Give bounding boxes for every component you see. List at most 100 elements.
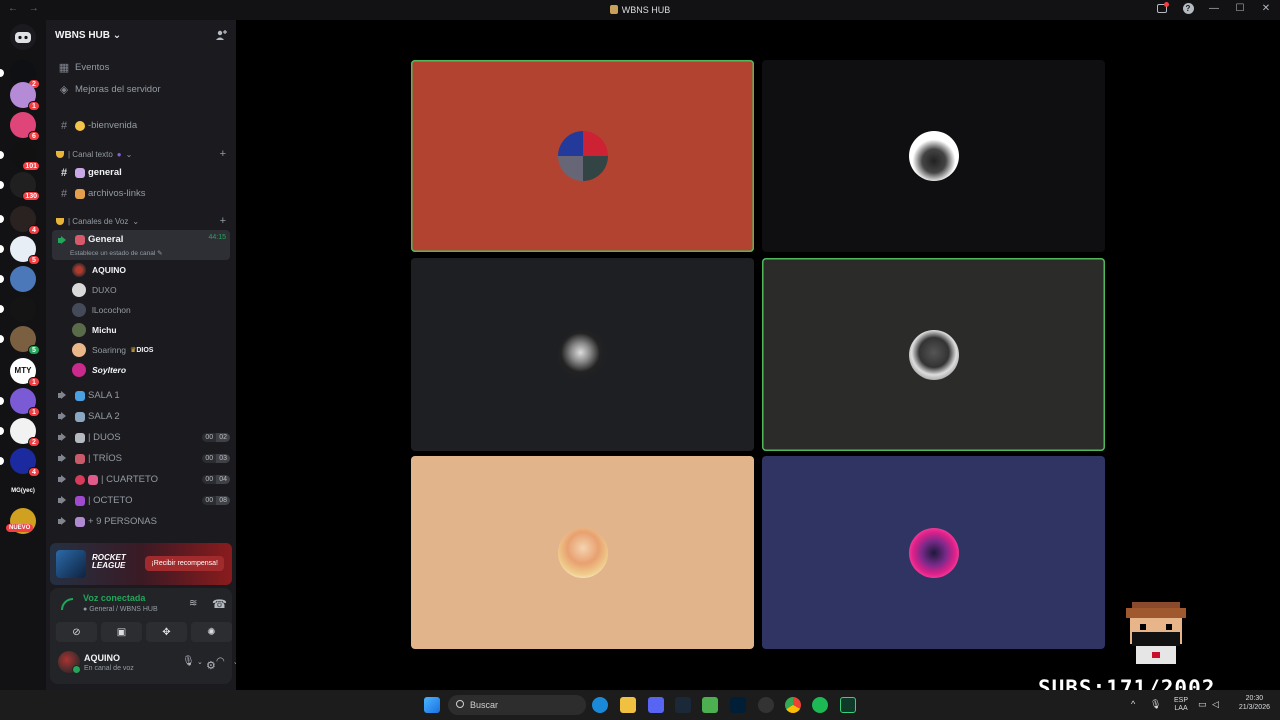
help-icon[interactable]: ?	[1182, 2, 1194, 14]
tray-overflow-icon[interactable]: ^	[1131, 699, 1135, 709]
signal-icon[interactable]	[61, 598, 73, 610]
events-item[interactable]: ▦ Eventos	[52, 58, 230, 77]
speaker-icon	[58, 391, 69, 400]
voice-timer: 44:15	[208, 234, 226, 241]
emoji-icon	[75, 495, 85, 506]
server-icon-8[interactable]	[0, 266, 36, 292]
settings-gear-icon[interactable]: ⚙	[206, 659, 216, 672]
voice-channel-general[interactable]: General 44:15 Establece un estado de can…	[52, 230, 230, 260]
taskbar-search[interactable]: Buscar	[448, 695, 586, 715]
chevron-down-icon[interactable]: ⌄	[197, 658, 203, 666]
app-icon[interactable]	[758, 697, 774, 713]
voice-member[interactable]: Soarinng ♛DIOS	[72, 341, 153, 359]
minecraft-icon[interactable]	[702, 697, 718, 713]
server-icon-13[interactable]: 2	[0, 418, 40, 447]
network-icon[interactable]: ▭	[1198, 699, 1207, 710]
voice-connected-label[interactable]: Voz conectada	[83, 593, 145, 603]
voice-member[interactable]: Soyltero	[72, 361, 126, 379]
voice-member[interactable]: DUXO	[72, 281, 117, 299]
server-icon-mg[interactable]: MG(yec)	[10, 478, 36, 504]
microphone-icon[interactable]: 🎙︎	[182, 656, 195, 667]
avatar	[72, 343, 86, 357]
server-icon-mty[interactable]: MTY 1	[10, 358, 40, 387]
server-icon-5[interactable]: 130	[0, 172, 40, 201]
close-button[interactable]: ✕	[1260, 2, 1272, 14]
participant-tile[interactable]	[762, 456, 1105, 649]
voice-channel-trios[interactable]: | TRÍOS 00 03	[52, 449, 230, 468]
chrome-icon[interactable]	[785, 697, 801, 713]
channel-archivos[interactable]: # archivos-links	[52, 184, 230, 203]
add-channel-icon[interactable]: +	[220, 215, 226, 227]
discord-taskbar-icon[interactable]	[648, 697, 664, 713]
category-voice[interactable]: | Canales de Voz ⌄ +	[56, 214, 226, 228]
inbox-icon[interactable]	[1156, 1, 1169, 14]
clock[interactable]: 20:30 21/3/2026	[1239, 694, 1270, 712]
server-icon-9[interactable]	[0, 296, 36, 322]
promo-banner[interactable]: ROCKET LEAGUE ¡Recibir recompensa!	[50, 543, 232, 585]
channel-general[interactable]: # general	[52, 163, 230, 182]
tray-mic-icon[interactable]: 🎙︎	[1150, 699, 1161, 710]
minimize-button[interactable]: —	[1208, 2, 1220, 14]
participant-avatar	[557, 131, 608, 181]
voice-channel-9-personas[interactable]: + 9 PERSONAS	[52, 512, 230, 531]
participant-tile[interactable]	[411, 258, 754, 451]
photoshop-icon[interactable]	[730, 697, 746, 713]
server-icon-12[interactable]: 1	[0, 388, 40, 417]
server-icon-14[interactable]: 4	[0, 448, 40, 477]
claim-reward-button[interactable]: ¡Recibir recompensa!	[145, 556, 224, 571]
soundboard-button[interactable]: ✺	[191, 622, 232, 642]
windows-start-icon[interactable]	[424, 697, 440, 713]
screen-share-button[interactable]: ▣	[101, 622, 142, 642]
user-name[interactable]: AQUINO	[84, 653, 120, 663]
server-icon-4[interactable]: 101	[0, 142, 40, 171]
maximize-button[interactable]: ☐	[1234, 2, 1246, 14]
voice-member[interactable]: Michu	[72, 321, 117, 339]
server-header[interactable]: WBNS HUB ⌄	[46, 20, 236, 50]
participant-tile[interactable]	[762, 60, 1105, 252]
voice-channel-duos[interactable]: | DUOS 00 02	[52, 428, 230, 447]
server-icon-3[interactable]: 6	[10, 112, 40, 141]
voice-member[interactable]: AQUINO	[72, 261, 126, 279]
channel-bienvenida[interactable]: # -bienvenida	[52, 116, 230, 135]
server-icon-10[interactable]: 5	[0, 326, 40, 355]
voice-location[interactable]: ● General / WBNS HUB	[83, 606, 158, 613]
server-icon-2[interactable]: 1	[10, 82, 40, 111]
emoji-icon	[75, 235, 85, 245]
spotify-icon[interactable]	[812, 697, 828, 713]
participant-tile[interactable]	[411, 60, 754, 252]
server-icon-7[interactable]: 5	[0, 236, 40, 265]
os-taskbar: Buscar ^ 🎙︎ ESP LAA ▭ ◁ 20:30 21/3/2026	[0, 690, 1280, 720]
participant-tile[interactable]	[411, 456, 754, 649]
add-channel-icon[interactable]: +	[220, 148, 226, 160]
voice-connection-panel: Voz conectada ● General / WBNS HUB ≋ ☎ ⊘…	[50, 588, 239, 684]
terminal-icon[interactable]	[840, 697, 856, 713]
channel-status-prompt[interactable]: Establece un estado de canal ✎	[70, 249, 163, 257]
voice-channel-sala1[interactable]: SALA 1	[52, 386, 230, 405]
steam-icon[interactable]	[675, 697, 691, 713]
voice-channel-cuarteto[interactable]: | CUARTETO 00 04	[52, 470, 230, 489]
server-icon-6[interactable]: 4	[0, 206, 40, 235]
home-button[interactable]	[10, 24, 36, 50]
camera-off-button[interactable]: ⊘	[56, 622, 97, 642]
pencil-icon: ✎	[157, 250, 163, 257]
voice-channel-sala2[interactable]: SALA 2	[52, 407, 230, 426]
voice-channel-octeto[interactable]: | OCTETO 00 08	[52, 491, 230, 510]
disconnect-icon[interactable]: ☎	[212, 597, 227, 611]
edge-icon[interactable]	[592, 697, 608, 713]
category-text[interactable]: | Canal texto ● ⌄ +	[56, 147, 226, 161]
window-titlebar: ← → WBNS HUB ? — ☐ ✕	[0, 0, 1280, 20]
hash-icon: #	[60, 166, 68, 179]
channel-label: -bienvenida	[88, 120, 138, 131]
noise-suppression-icon[interactable]: ≋	[189, 598, 197, 609]
activities-button[interactable]: ✥	[146, 622, 187, 642]
add-member-icon[interactable]	[215, 29, 227, 41]
language-indicator[interactable]: ESP LAA	[1174, 697, 1188, 713]
file-explorer-icon[interactable]	[620, 697, 636, 713]
boosts-item[interactable]: ◈ Mejoras del servidor	[52, 80, 230, 99]
participant-tile[interactable]	[762, 258, 1105, 451]
voice-member[interactable]: lLocochon	[72, 301, 131, 319]
headphones-icon[interactable]: ◠	[216, 656, 225, 667]
emoji-icon	[75, 453, 85, 464]
volume-icon[interactable]: ◁	[1212, 699, 1219, 710]
user-avatar[interactable]	[58, 651, 81, 674]
